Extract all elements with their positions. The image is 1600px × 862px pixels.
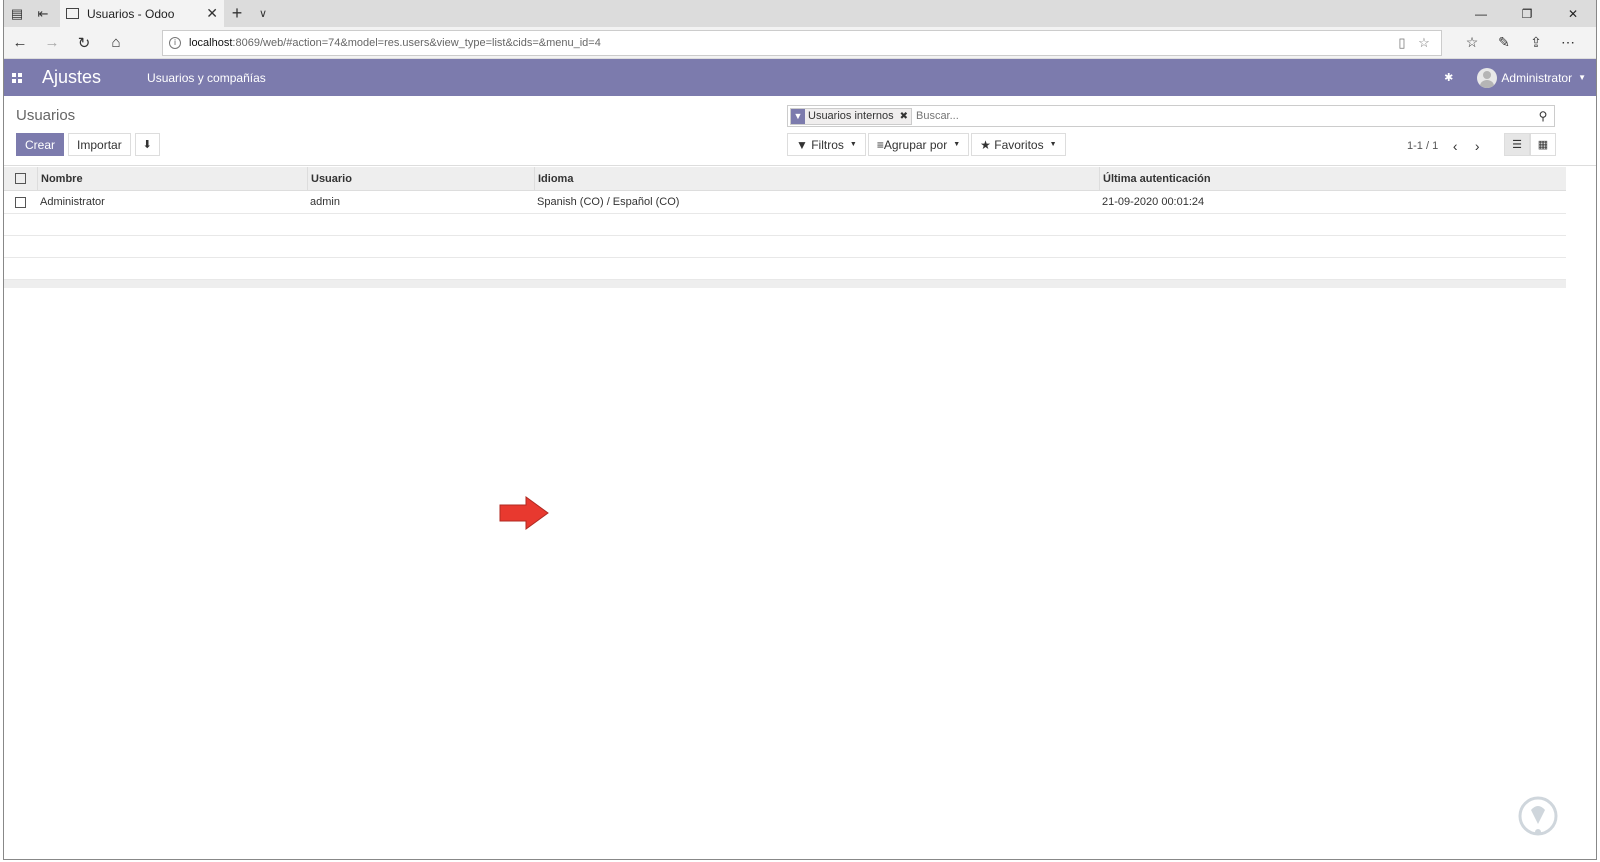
close-window-icon[interactable]: ✕	[1550, 0, 1596, 27]
bug-icon[interactable]: ✱	[1444, 71, 1453, 84]
chevron-down-icon: ▼	[849, 141, 857, 148]
favorites-dropdown[interactable]: ★ Favoritos ▼	[971, 133, 1066, 156]
pager: 1-1 / 1 ‹ ›	[1407, 138, 1488, 154]
tab-title: Usuarios - Odoo	[87, 6, 175, 21]
action-buttons: Crear Importar ⬇	[16, 133, 160, 156]
cell-usuario: admin	[310, 196, 340, 208]
download-icon[interactable]: ⬇	[134, 133, 160, 156]
column-header-nombre[interactable]: Nombre	[37, 167, 307, 190]
browser-tools: ☆ ✎ ⇪ ⋯	[1456, 34, 1584, 51]
restore-icon[interactable]: ❐	[1504, 0, 1550, 27]
select-all-checkbox[interactable]	[15, 173, 26, 184]
address-bar[interactable]: i localhost :8069/web/#action=74&model=r…	[162, 29, 1442, 56]
url-path: :8069/web/#action=74&model=res.users&vie…	[232, 36, 601, 49]
chevron-down-icon: ▼	[953, 141, 961, 148]
kanban-view-icon[interactable]: ▦	[1530, 133, 1556, 156]
favorites-hub-icon[interactable]: ☆	[1456, 34, 1488, 51]
refresh-icon[interactable]: ↻	[68, 27, 100, 59]
browser-window: ▤ ⇤ Usuarios - Odoo ✕ + ∨ — ❐ ✕ ← → ↻ ⌂ …	[3, 0, 1597, 860]
filters-dropdown[interactable]: ▼ Filtros ▼	[787, 133, 866, 156]
url-host: localhost	[189, 36, 233, 49]
empty-row	[4, 258, 1566, 280]
search-options: ▼ Filtros ▼ ≡ Agrupar por ▼ ★ Favoritos ▼	[787, 133, 1066, 156]
view-switcher: ☰ ▦	[1504, 133, 1556, 156]
close-tab-icon[interactable]: ✕	[206, 5, 218, 22]
filter-icon: ▼	[791, 108, 805, 124]
watermark-logo	[1518, 796, 1558, 836]
search-facet: ▼ Usuarios internos ✖	[790, 107, 912, 125]
chevron-down-icon[interactable]: ▼	[1578, 73, 1586, 82]
groupby-label: Agrupar por	[883, 137, 948, 152]
forward-icon[interactable]: →	[36, 27, 68, 59]
user-menu[interactable]: Administrator	[1501, 71, 1572, 85]
users-table: Nombre Usuario Idioma Última autenticaci…	[4, 167, 1566, 288]
home-icon[interactable]: ⌂	[100, 27, 132, 59]
apps-grid-icon[interactable]	[4, 72, 30, 83]
odoo-navbar: Ajustes Usuarios y compañías ✱ Administr…	[4, 59, 1596, 96]
search-icon[interactable]: ⚲	[1532, 109, 1554, 123]
app-brand[interactable]: Ajustes	[42, 67, 101, 88]
reading-view-icon[interactable]: ▯	[1391, 35, 1413, 51]
column-header-ultima-autenticacion[interactable]: Última autenticación	[1099, 167, 1399, 190]
favorite-star-icon[interactable]: ☆	[1413, 35, 1435, 51]
groupby-dropdown[interactable]: ≡ Agrupar por ▼	[867, 133, 970, 156]
filter-icon: ▼	[796, 137, 812, 152]
filters-label: Filtros	[811, 137, 844, 152]
table-row[interactable]: Administrator admin Spanish (CO) / Españ…	[4, 191, 1566, 214]
menu-usuarios-companias[interactable]: Usuarios y compañías	[147, 71, 266, 85]
browser-tab[interactable]: Usuarios - Odoo ✕	[60, 0, 224, 27]
empty-row	[4, 214, 1566, 236]
star-icon: ★	[980, 137, 995, 152]
groupby-icon: ≡	[876, 137, 884, 152]
back-icon[interactable]: ←	[4, 27, 36, 59]
search-bar: ▼ Usuarios internos ✖ ⚲	[787, 105, 1555, 127]
cell-ultima-autenticacion: 21-09-2020 00:01:24	[1102, 196, 1205, 208]
navbar-right: ✱ Administrator ▼	[1444, 59, 1586, 96]
favorites-label: Favoritos	[994, 137, 1044, 152]
list-view-icon[interactable]: ☰	[1504, 133, 1530, 156]
site-info-icon[interactable]: i	[169, 36, 181, 49]
tab-list-chevron-icon[interactable]: ∨	[250, 7, 276, 20]
empty-row	[4, 236, 1566, 258]
pager-value[interactable]: 1-1 / 1	[1407, 140, 1438, 152]
red-arrow-annotation	[499, 496, 549, 530]
minimize-icon[interactable]: —	[1458, 0, 1504, 27]
cell-idioma: Spanish (CO) / Español (CO)	[537, 196, 680, 208]
row-checkbox[interactable]	[15, 196, 26, 208]
control-panel: Usuarios Crear Importar ⬇ ▼ Usuarios int…	[4, 96, 1596, 166]
chevron-down-icon: ▼	[1049, 141, 1057, 148]
browser-toolbar: ← → ↻ ⌂ i localhost :8069/web/#action=74…	[4, 27, 1596, 59]
cell-nombre: Administrator	[40, 196, 105, 208]
search-input[interactable]	[915, 110, 1532, 122]
new-tab-icon[interactable]: +	[224, 3, 250, 24]
pager-previous-icon[interactable]: ‹	[1444, 138, 1466, 154]
create-button[interactable]: Crear	[16, 133, 65, 156]
more-icon[interactable]: ⋯	[1552, 34, 1584, 51]
breadcrumb: Usuarios	[16, 107, 76, 124]
browser-tabbar: ▤ ⇤ Usuarios - Odoo ✕ + ∨ — ❐ ✕	[4, 0, 1596, 27]
pager-next-icon[interactable]: ›	[1466, 138, 1488, 154]
remove-facet-icon[interactable]: ✖	[896, 108, 911, 124]
window-controls: — ❐ ✕	[1458, 0, 1596, 27]
page-icon	[66, 8, 79, 19]
column-header-idioma[interactable]: Idioma	[534, 167, 1099, 190]
avatar[interactable]	[1477, 67, 1498, 88]
tab-actions-icon[interactable]: ▤	[4, 0, 30, 27]
table-header: Nombre Usuario Idioma Última autenticaci…	[4, 167, 1566, 191]
facet-value: Usuarios internos	[805, 108, 897, 124]
set-aside-tabs-icon[interactable]: ⇤	[30, 0, 56, 27]
table-footer	[4, 280, 1566, 288]
pen-icon[interactable]: ✎	[1488, 34, 1520, 51]
import-button[interactable]: Importar	[68, 133, 131, 156]
share-icon[interactable]: ⇪	[1520, 34, 1552, 51]
column-header-usuario[interactable]: Usuario	[307, 167, 534, 190]
